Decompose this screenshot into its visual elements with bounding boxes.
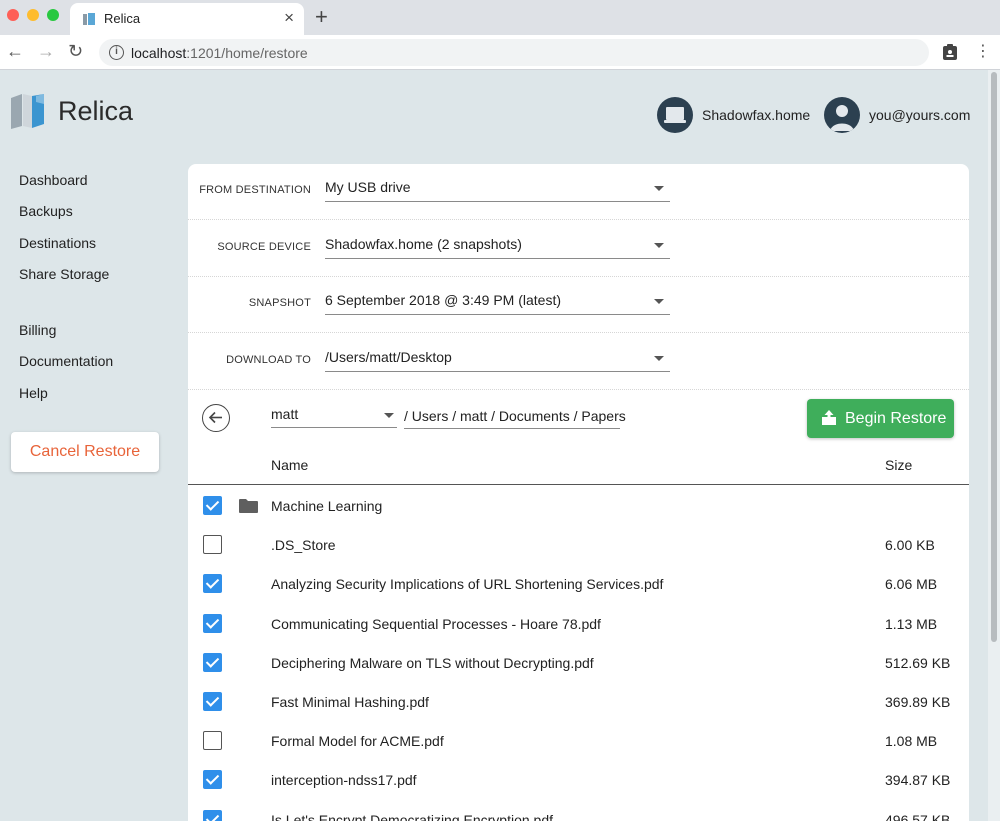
download-to-label: DOWNLOAD TO bbox=[226, 354, 311, 366]
file-row[interactable]: Analyzing Security Implications of URL S… bbox=[188, 564, 969, 603]
sidebar-item-dashboard[interactable]: Dashboard bbox=[19, 172, 88, 188]
relica-logo-icon bbox=[11, 94, 44, 129]
forward-arrow-icon[interactable]: → bbox=[37, 41, 55, 62]
file-size: 1.13 MB bbox=[885, 615, 938, 632]
dropdown-caret-icon bbox=[654, 356, 664, 361]
source-device-select[interactable]: Shadowfax.home (2 snapshots) bbox=[325, 234, 670, 259]
sidebar-item-backups[interactable]: Backups bbox=[19, 203, 73, 219]
from-destination-row: FROM DESTINATION My USB drive bbox=[188, 164, 969, 220]
snapshot-label: SNAPSHOT bbox=[248, 297, 311, 309]
download-to-row: DOWNLOAD TO /Users/matt/Desktop bbox=[188, 334, 969, 390]
scrollbar-thumb[interactable] bbox=[991, 72, 997, 642]
info-icon[interactable]: i bbox=[109, 45, 124, 60]
cancel-restore-button[interactable]: Cancel Restore bbox=[11, 432, 159, 472]
sidebar-item-help[interactable]: Help bbox=[19, 385, 48, 401]
download-to-select[interactable]: /Users/matt/Desktop bbox=[325, 347, 670, 372]
file-size: 6.06 MB bbox=[885, 576, 938, 593]
restore-card: FROM DESTINATION My USB drive SOURCE DEV… bbox=[188, 164, 969, 821]
device-avatar[interactable] bbox=[657, 97, 693, 133]
navigate-up-button[interactable] bbox=[202, 404, 230, 432]
file-size: 496.57 KB bbox=[885, 811, 951, 821]
file-name: .DS_Store bbox=[271, 537, 336, 554]
root-folder-select[interactable]: matt bbox=[271, 406, 397, 428]
file-name[interactable]: Machine Learning bbox=[271, 498, 382, 514]
file-row[interactable]: Communicating Sequential Processes - Hoa… bbox=[188, 604, 969, 643]
sidebar-item-documentation[interactable]: Documentation bbox=[19, 353, 113, 369]
dropdown-caret-icon bbox=[654, 186, 664, 191]
browser-tab-bar: Relica × + bbox=[0, 0, 1000, 35]
page-scrollbar[interactable] bbox=[988, 70, 1000, 821]
tab-title: Relica bbox=[104, 11, 141, 26]
file-row[interactable]: Deciphering Malware on TLS without Decry… bbox=[188, 643, 969, 682]
row-checkbox[interactable] bbox=[203, 692, 222, 711]
file-row[interactable]: .DS_Store 6.00 KB bbox=[188, 525, 969, 564]
file-row[interactable]: Formal Model for ACME.pdf 1.08 MB bbox=[188, 721, 969, 760]
sidebar-item-share-storage[interactable]: Share Storage bbox=[19, 266, 109, 282]
restore-box-icon bbox=[822, 410, 836, 425]
dropdown-caret-icon bbox=[654, 243, 664, 248]
begin-restore-button[interactable]: Begin Restore bbox=[807, 399, 954, 438]
file-row[interactable]: Fast Minimal Hashing.pdf 369.89 KB bbox=[188, 682, 969, 721]
file-name: Is Let's Encrypt Democratizing Encryptio… bbox=[271, 811, 554, 821]
dropdown-caret-icon bbox=[654, 299, 664, 304]
back-arrow-icon[interactable]: ← bbox=[6, 41, 24, 62]
from-destination-label: FROM DESTINATION bbox=[199, 184, 311, 196]
source-device-row: SOURCE DEVICE Shadowfax.home (2 snapshot… bbox=[188, 221, 969, 277]
window-close-control[interactable] bbox=[7, 9, 19, 21]
tab-close-icon[interactable]: × bbox=[284, 8, 294, 28]
sidebar-item-destinations[interactable]: Destinations bbox=[19, 235, 96, 251]
file-name: Deciphering Malware on TLS without Decry… bbox=[271, 654, 594, 671]
file-name: Analyzing Security Implications of URL S… bbox=[271, 576, 664, 593]
folder-icon bbox=[239, 499, 258, 513]
file-name: Formal Model for ACME.pdf bbox=[271, 733, 444, 750]
user-icon bbox=[830, 105, 854, 131]
folder-row[interactable]: Machine Learning bbox=[188, 486, 969, 525]
window-minimize-control[interactable] bbox=[27, 9, 39, 21]
new-tab-icon[interactable]: + bbox=[315, 4, 328, 30]
from-destination-select[interactable]: My USB drive bbox=[325, 177, 670, 202]
file-size: 512.69 KB bbox=[885, 654, 951, 671]
snapshot-select[interactable]: 6 September 2018 @ 3:49 PM (latest) bbox=[325, 290, 670, 315]
account-avatar[interactable] bbox=[824, 97, 860, 133]
file-name: interception-ndss17.pdf bbox=[271, 772, 417, 789]
laptop-icon bbox=[664, 107, 686, 123]
current-path-field[interactable]: / Users / matt / Documents / Papers bbox=[404, 408, 626, 429]
row-checkbox[interactable] bbox=[203, 574, 222, 594]
file-row[interactable]: Is Let's Encrypt Democratizing Encryptio… bbox=[188, 800, 969, 821]
file-size: 394.87 KB bbox=[885, 772, 951, 789]
row-checkbox[interactable] bbox=[203, 731, 222, 751]
clipboard-extension-icon[interactable] bbox=[942, 43, 958, 61]
size-column-header[interactable]: Size bbox=[885, 457, 912, 473]
address-url: localhost:1201/home/restore bbox=[131, 45, 308, 61]
relica-favicon-icon bbox=[83, 13, 95, 25]
app-logo-text: Relica bbox=[58, 96, 134, 126]
table-header-divider bbox=[188, 484, 969, 485]
row-checkbox[interactable] bbox=[203, 652, 222, 672]
file-name: Fast Minimal Hashing.pdf bbox=[271, 694, 429, 710]
name-column-header[interactable]: Name bbox=[271, 457, 308, 473]
file-row[interactable]: interception-ndss17.pdf 394.87 KB bbox=[188, 760, 969, 799]
window-zoom-control[interactable] bbox=[47, 9, 59, 21]
row-checkbox[interactable] bbox=[203, 496, 222, 515]
sidebar-item-billing[interactable]: Billing bbox=[19, 322, 56, 338]
reload-icon[interactable]: ↻ bbox=[68, 41, 83, 62]
file-size: 6.00 KB bbox=[885, 537, 935, 554]
file-name: Communicating Sequential Processes - Hoa… bbox=[271, 615, 601, 632]
source-device-label: SOURCE DEVICE bbox=[217, 241, 311, 253]
account-email-label[interactable]: you@yours.com bbox=[869, 107, 970, 123]
file-size: 369.89 KB bbox=[885, 694, 951, 710]
snapshot-row: SNAPSHOT 6 September 2018 @ 3:49 PM (lat… bbox=[188, 277, 969, 333]
device-name-label[interactable]: Shadowfax.home bbox=[702, 107, 810, 123]
browser-tab[interactable]: Relica × bbox=[70, 3, 304, 35]
row-checkbox[interactable] bbox=[203, 613, 222, 633]
browser-menu-icon[interactable]: ⋮ bbox=[975, 41, 991, 61]
row-checkbox[interactable] bbox=[203, 535, 222, 555]
row-checkbox[interactable] bbox=[203, 770, 222, 790]
browser-toolbar: ← → ↻ i localhost:1201/home/restore ⋮ bbox=[0, 35, 1000, 70]
dropdown-caret-icon bbox=[384, 413, 394, 418]
address-bar[interactable]: i localhost:1201/home/restore bbox=[99, 39, 929, 66]
left-arrow-icon bbox=[208, 411, 222, 424]
row-checkbox[interactable] bbox=[203, 809, 222, 821]
file-size: 1.08 MB bbox=[885, 733, 938, 750]
